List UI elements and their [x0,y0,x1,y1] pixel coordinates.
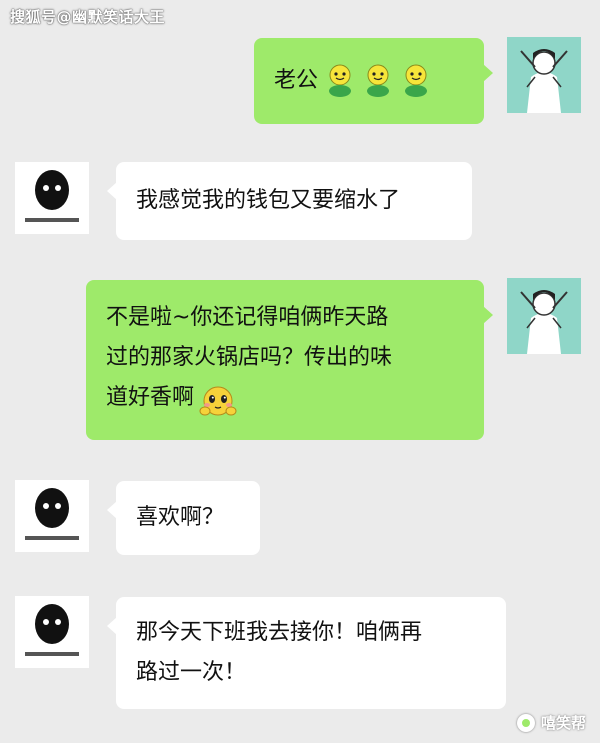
flower-emoji-icon [329,64,352,97]
watermark-top: 搜狐号@幽默笑话大王 [10,8,166,26]
user-avatar-icon [507,37,581,113]
avatar[interactable] [507,278,581,354]
wechat-logo-icon [516,713,535,732]
avatar[interactable] [15,162,89,234]
message-bubble-5[interactable]: 那今天下班我去接你！咱俩再 路过一次！ [107,597,506,709]
message-bubble-4[interactable]: 喜欢啊？ [107,481,260,555]
message-line: 不是啦~你还记得咱俩昨天路 [106,305,389,330]
user-avatar-icon [507,278,581,354]
message-text: 我感觉我的钱包又要缩水了 [136,188,401,213]
message-bubble-3[interactable]: 不是啦~你还记得咱俩昨天路 过的那家火锅店吗？传出的味 道好香啊 [86,280,493,440]
bubble-tail [107,617,117,635]
message-line: 道好香啊 [106,385,195,410]
message-bubble-2[interactable]: 我感觉我的钱包又要缩水了 [107,162,472,240]
message-line: 路过一次！ [136,660,247,685]
message-text: 喜欢啊？ [136,505,225,530]
message-text: 老公 [274,68,319,93]
flower-emoji-icon [367,64,390,97]
bubble-tail [107,501,117,519]
bubble-tail [483,306,493,324]
friend-avatar-icon [15,596,89,668]
message-line: 过的那家火锅店吗？传出的味 [106,345,393,370]
watermark-bottom: 嘻笑帮 [516,712,586,733]
bubble-tail [107,182,117,200]
bubble-tail [483,64,493,82]
flower-emoji-icon [405,64,428,97]
watermark-bottom-text: 嘻笑帮 [540,714,586,732]
message-line: 那今天下班我去接你！咱俩再 [136,620,423,645]
emoji-row [326,64,430,98]
blush-face-emoji-icon [199,386,237,416]
message-bubble-1[interactable]: 老公 [254,38,493,124]
friend-avatar-icon [15,162,89,234]
avatar[interactable] [15,480,89,552]
avatar[interactable] [15,596,89,668]
avatar[interactable] [507,37,581,113]
friend-avatar-icon [15,480,89,552]
